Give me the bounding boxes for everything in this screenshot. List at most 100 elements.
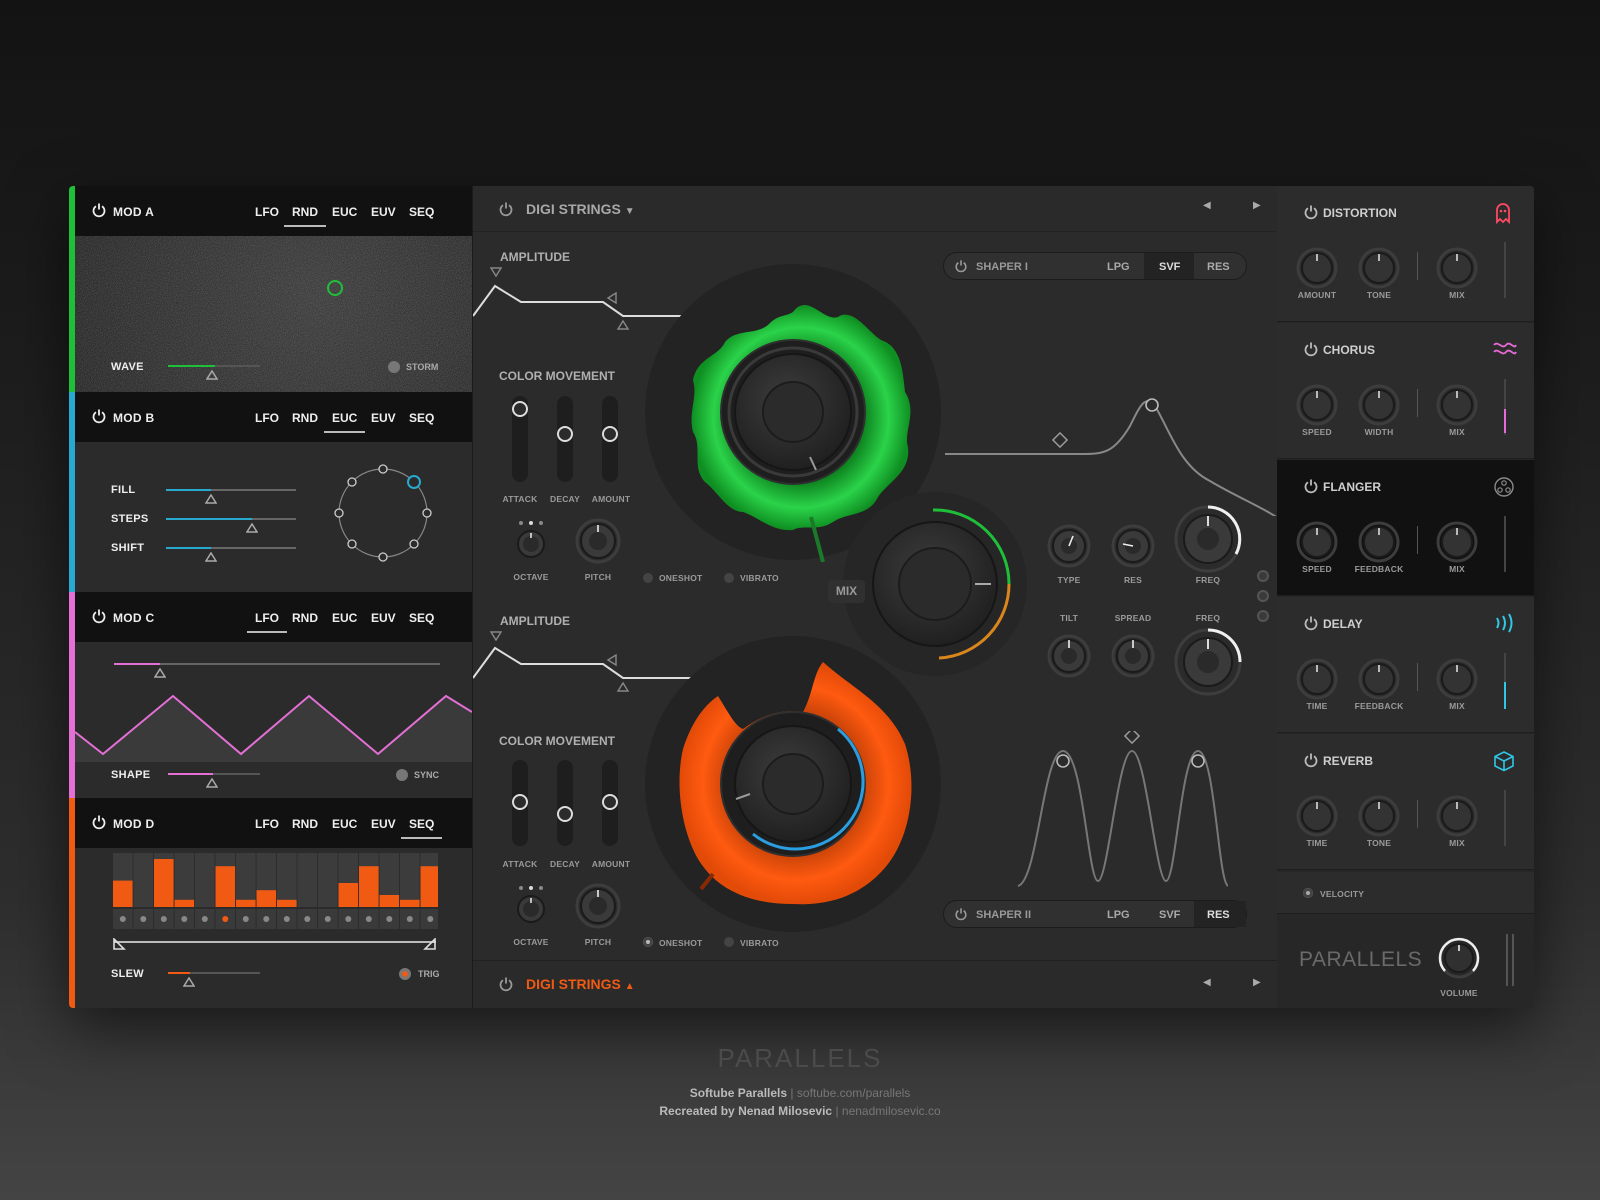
range-start-icon[interactable] [112, 938, 126, 950]
power-icon[interactable] [91, 408, 107, 424]
width-knob[interactable] [1357, 383, 1401, 427]
seq-step-bar[interactable] [420, 866, 439, 907]
power-icon[interactable] [498, 201, 514, 217]
power-icon[interactable] [954, 907, 968, 921]
seq-gate-dot[interactable] [386, 916, 393, 922]
preset-name-2[interactable]: DIGI STRINGS ▲ [526, 976, 635, 992]
seq-range[interactable] [114, 941, 436, 943]
route-toggle-3[interactable] [1257, 610, 1269, 622]
seq-step-bar[interactable] [154, 859, 174, 907]
fill-slider[interactable] [166, 489, 296, 491]
shaper-mode-svf[interactable]: SVF [1159, 909, 1180, 921]
seq-gate-dot[interactable] [181, 916, 188, 922]
trig-toggle[interactable] [399, 968, 411, 980]
rate-slider[interactable] [114, 663, 440, 665]
seq-step-bg[interactable] [297, 853, 318, 907]
seq-gate-dot[interactable] [365, 916, 372, 922]
power-icon[interactable] [1303, 204, 1319, 220]
decay-fader[interactable] [557, 760, 573, 846]
mix-knob[interactable] [1435, 383, 1479, 427]
seq-step-bg[interactable] [133, 853, 154, 907]
seq-gate-dot[interactable] [242, 916, 249, 922]
tab-euv[interactable]: EUV [371, 611, 396, 625]
storm-toggle[interactable] [388, 361, 400, 373]
res-knob[interactable] [1111, 524, 1155, 568]
velocity-toggle[interactable] [1303, 888, 1313, 898]
mix-knob[interactable] [1435, 520, 1479, 564]
footer-author-link[interactable]: nenadmilosevic.co [842, 1104, 941, 1118]
shaper-mode-lpg[interactable]: LPG [1107, 261, 1130, 273]
prev-preset-icon[interactable]: ◀ [1203, 977, 1211, 988]
tab-lfo[interactable]: LFO [255, 411, 279, 425]
octave-knob[interactable] [513, 885, 549, 925]
seq-step-bar[interactable] [256, 890, 277, 907]
time-knob[interactable] [1295, 794, 1339, 838]
step-sequencer[interactable] [113, 853, 438, 935]
slider-handle-icon[interactable] [183, 977, 195, 987]
seq-step-bar[interactable] [359, 866, 379, 907]
seq-gate-dot[interactable] [283, 916, 290, 922]
slider-handle-icon[interactable] [154, 668, 166, 678]
tab-rnd[interactable]: RND [292, 817, 318, 831]
tab-seq[interactable]: SEQ [409, 411, 434, 425]
tab-lfo[interactable]: LFO [247, 611, 287, 633]
feedback-knob[interactable] [1357, 657, 1401, 701]
slider-handle-icon[interactable] [206, 778, 218, 788]
route-toggle-2[interactable] [1257, 590, 1269, 602]
dropdown-arrow-icon[interactable]: ▲ [625, 981, 635, 992]
preset-name-1[interactable]: DIGI STRINGS ▼ [526, 201, 635, 217]
volume-knob[interactable] [1437, 936, 1481, 980]
seq-gate-dot[interactable] [140, 916, 147, 922]
tilt-knob[interactable] [1047, 634, 1091, 678]
seq-step-bar[interactable] [400, 899, 420, 907]
prev-preset-icon[interactable]: ◀ [1203, 200, 1211, 211]
seq-gate-dot[interactable] [304, 916, 311, 922]
tab-seq[interactable]: SEQ [409, 611, 434, 625]
seq-gate-dot[interactable] [324, 916, 331, 922]
speed-knob[interactable] [1295, 383, 1339, 427]
tab-euv[interactable]: EUV [371, 817, 396, 831]
seq-gate-dot[interactable] [222, 916, 229, 922]
seq-step-bg[interactable] [195, 853, 215, 907]
slider-handle-icon[interactable] [246, 523, 258, 533]
tab-lfo[interactable]: LFO [255, 205, 279, 219]
seq-step-bar[interactable] [379, 895, 400, 907]
oneshot-radio[interactable] [643, 573, 653, 583]
steps-slider[interactable] [166, 518, 296, 520]
seq-step-bar[interactable] [236, 899, 256, 907]
slider-handle-icon[interactable] [206, 370, 218, 380]
tab-euv[interactable]: EUV [371, 411, 396, 425]
shape-slider[interactable] [168, 773, 260, 775]
octave-knob[interactable] [513, 520, 549, 560]
speed-knob[interactable] [1295, 520, 1339, 564]
tab-seq[interactable]: SEQ [409, 205, 434, 219]
vibrato-radio[interactable] [724, 937, 734, 947]
sync-toggle[interactable] [396, 769, 408, 781]
next-preset-icon[interactable]: ▶ [1253, 200, 1261, 211]
dropdown-arrow-icon[interactable]: ▼ [625, 206, 635, 217]
range-end-icon[interactable] [423, 938, 437, 950]
footer-product-link[interactable]: softube.com/parallels [797, 1086, 910, 1100]
vibrato-radio[interactable] [724, 573, 734, 583]
power-icon[interactable] [91, 202, 107, 218]
shaper-mode-res[interactable]: RES [1207, 909, 1230, 921]
seq-gate-dot[interactable] [119, 916, 126, 922]
slew-slider[interactable] [168, 972, 260, 974]
pitch-knob[interactable] [575, 883, 621, 929]
route-toggle-1[interactable] [1257, 570, 1269, 582]
seq-gate-dot[interactable] [263, 916, 270, 922]
slider-handle-icon[interactable] [205, 494, 217, 504]
oneshot-radio[interactable] [643, 937, 653, 947]
seq-step-bg[interactable] [277, 853, 297, 907]
seq-step-bar[interactable] [277, 899, 297, 907]
tab-rnd[interactable]: RND [284, 205, 326, 227]
shaper-mode-res[interactable]: RES [1207, 261, 1230, 273]
decay-fader[interactable] [557, 396, 573, 482]
power-icon[interactable] [1303, 615, 1319, 631]
shaper-1-selector[interactable]: SHAPER I LPG SVF RES [943, 252, 1247, 280]
tab-euc[interactable]: EUC [332, 205, 357, 219]
tab-euv[interactable]: EUV [371, 205, 396, 219]
comb-filter-curve[interactable] [1008, 731, 1228, 891]
mix-knob[interactable] [1435, 794, 1479, 838]
tab-rnd[interactable]: RND [292, 411, 318, 425]
